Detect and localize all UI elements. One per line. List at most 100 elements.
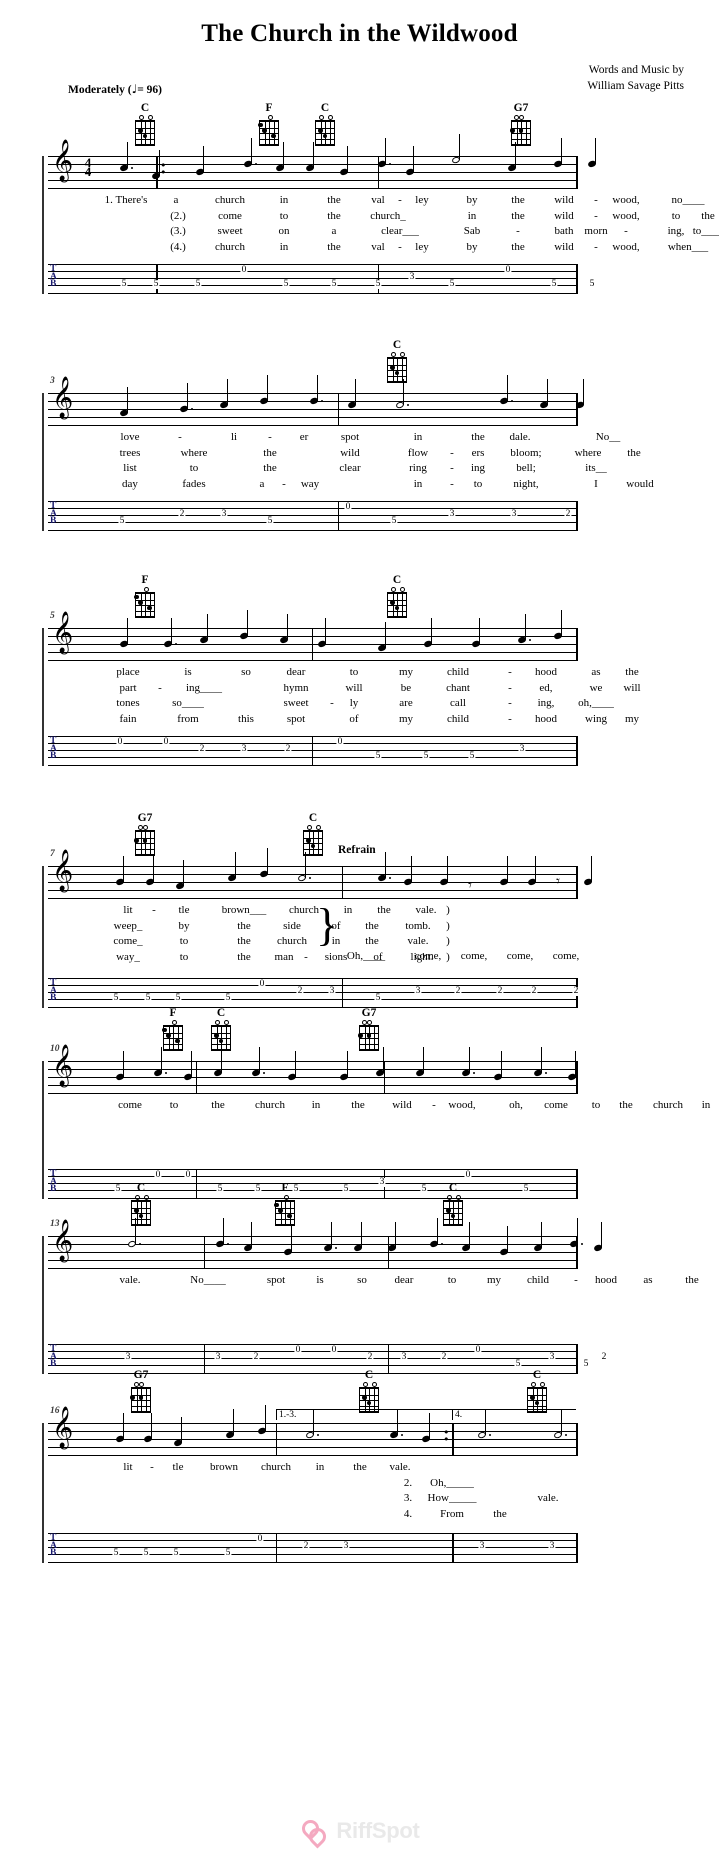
lyric-syllable: chant xyxy=(446,681,470,694)
lyric-syllable: this xyxy=(238,712,254,725)
repeat-dots: • • xyxy=(443,1426,450,1446)
tab-fret-number: 2 xyxy=(178,509,186,519)
tab-fret-number: 0 xyxy=(256,1534,264,1544)
lyric-syllable: er xyxy=(299,431,309,443)
lyric-syllable: place xyxy=(116,666,140,678)
tempo-bpm: = 96) xyxy=(137,84,162,96)
lyric-syllable: in xyxy=(315,1461,325,1473)
lyric-syllable: to xyxy=(447,1274,457,1286)
sheet-music-page: The Church in the Wildwood Words and Mus… xyxy=(0,0,719,1860)
tab-barline-end xyxy=(576,1169,579,1199)
lyric-syllable: by xyxy=(466,194,478,206)
tab-fret-number: 3 xyxy=(548,1541,556,1551)
lyric-syllable: the xyxy=(365,919,379,932)
lyric-syllable: the xyxy=(627,446,641,459)
augmentation-dot xyxy=(164,1071,167,1074)
system-brace xyxy=(42,866,44,1008)
tab-fret-number: 5 xyxy=(152,279,160,289)
lyric-syllable: - xyxy=(594,240,598,253)
repeat-ending-2: 4. xyxy=(452,1409,576,1421)
tab-clef-letters: TAB xyxy=(50,1533,57,1559)
note-stem xyxy=(354,379,356,406)
lyric-syllable: my xyxy=(624,712,640,725)
repeat-dots: • • xyxy=(160,159,167,179)
tab-fret-number: 0 xyxy=(464,1170,472,1180)
tab-fret-number: 3 xyxy=(124,1352,132,1362)
lyric-syllable: ing xyxy=(470,462,486,474)
note-stem xyxy=(290,1226,292,1253)
lyric-syllable: so xyxy=(357,1274,367,1286)
lyric-syllable: the xyxy=(511,240,525,253)
lyric-syllable: clear xyxy=(339,462,361,474)
note-stem xyxy=(384,852,386,879)
lyric-syllable: How_____ xyxy=(427,1492,477,1504)
lyric-syllable: where xyxy=(180,446,208,459)
fretboard-grid xyxy=(257,120,279,146)
lyric-syllable: day xyxy=(122,477,138,490)
lyric-syllable: 3. xyxy=(403,1492,413,1504)
note-stem xyxy=(316,375,318,402)
note-stem xyxy=(266,375,268,402)
lyrics-block: place is so dear to my child - hood as the part - ing… xyxy=(48,666,640,728)
tab-fret-number: 0 xyxy=(294,1345,302,1355)
lyric-syllable: by xyxy=(466,240,478,253)
barline-end xyxy=(576,1061,579,1094)
lyric-syllable: vale. xyxy=(119,1274,141,1286)
lyric-syllable: come_ xyxy=(113,935,143,947)
lyric-syllable: so____ xyxy=(172,697,204,709)
tab-clef-letters: TAB xyxy=(50,736,57,762)
note-stem xyxy=(190,1051,192,1078)
note-stem xyxy=(226,379,228,406)
note-stem xyxy=(384,622,386,649)
lyric-syllable: in xyxy=(701,1099,711,1111)
lyric-syllable: vale. xyxy=(389,1461,411,1473)
tab-fret-number: 3 xyxy=(408,272,416,282)
barline xyxy=(388,1236,389,1269)
lyric-syllable: to xyxy=(473,477,483,490)
refrain-lyrics-line: Oh,____ come, come, come, come, xyxy=(48,950,608,966)
lyric-syllable: Oh,_____ xyxy=(430,1476,474,1489)
tempo-marking: Moderately (♩= 96) xyxy=(68,82,162,96)
tab-fret-number: 3 xyxy=(448,509,456,519)
lyric-syllable: come xyxy=(118,1099,142,1111)
lyric-syllable: fain xyxy=(119,712,137,725)
lyric-syllable: oh, xyxy=(509,1099,523,1111)
lyric-syllable: the xyxy=(211,1099,225,1111)
augmentation-dot xyxy=(406,403,409,406)
lyric-syllable: to xyxy=(169,1099,179,1111)
tab-barline xyxy=(338,501,339,531)
chord-diagram-row: C F C G7 xyxy=(48,102,576,148)
system-brace xyxy=(42,156,44,294)
eighth-rest: 𝄾 xyxy=(556,872,560,890)
chord-name: G7 xyxy=(513,102,529,114)
lyric-syllable: - xyxy=(508,697,512,709)
fretboard-grid xyxy=(357,1025,379,1051)
lyric-syllable: in xyxy=(413,431,423,443)
lyric-syllable: side xyxy=(283,919,301,932)
tab-fret-number: 3 xyxy=(510,509,518,519)
lyric-syllable: wild xyxy=(340,446,360,459)
tab-barline-rep-end xyxy=(452,1533,455,1563)
ending-1-label: 1.-3. xyxy=(279,1409,297,1420)
lyric-syllable: bath xyxy=(554,225,574,237)
riffspot-footer-logo: RiffSpot xyxy=(0,1816,719,1849)
lyric-syllable: the xyxy=(353,1461,367,1473)
note-stem xyxy=(232,1409,234,1436)
lyric-syllable: brown___ xyxy=(221,904,267,916)
lyric-syllable: way xyxy=(300,477,320,490)
lyric-syllable: the xyxy=(471,431,485,443)
lyric-syllable: from xyxy=(177,712,199,725)
lyric-syllable: the xyxy=(237,935,251,947)
chord-diagram-f: F xyxy=(132,574,158,618)
lyric-syllable: come, xyxy=(506,950,534,962)
lyrics-block: lit - tle brown church in the vale. 2. Oh,_____ 3.… xyxy=(48,1461,608,1523)
credits-line-1: Words and Music by xyxy=(588,64,684,76)
eighth-rest: 𝄾 xyxy=(468,876,472,894)
lyric-syllable: church xyxy=(653,1099,683,1111)
lyric-syllable: wild xyxy=(554,209,574,222)
lyric-syllable: spot xyxy=(340,431,360,443)
note-stem xyxy=(324,618,326,645)
note-stem xyxy=(282,142,284,169)
lyric-syllable: be xyxy=(400,681,412,694)
refrain-label: Refrain xyxy=(338,844,376,856)
